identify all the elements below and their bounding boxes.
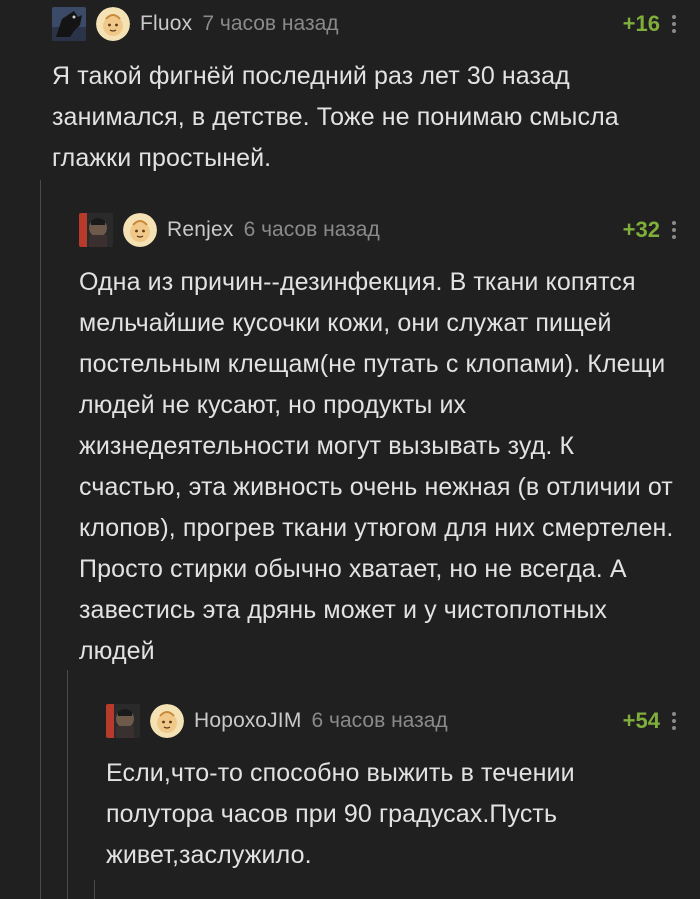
timestamp[interactable]: 7 часов назад	[202, 12, 338, 36]
badge-icon[interactable]	[150, 704, 184, 738]
rating: +32	[622, 217, 660, 242]
comment-text: Если,что-то способно выжить в течении по…	[106, 759, 575, 869]
thread-line[interactable]	[40, 180, 41, 899]
rating: +16	[622, 11, 660, 36]
more-options-icon[interactable]	[668, 219, 680, 241]
comment: Fluox 7 часов назад +16 Я такой фигнёй п…	[52, 4, 680, 179]
comment-header: Fluox 7 часов назад +16	[52, 4, 680, 44]
comment: Renjex 6 часов назад +32 Одна из причин-…	[79, 210, 680, 672]
timestamp[interactable]: 6 часов назад	[312, 709, 448, 733]
username[interactable]: Fluox	[140, 12, 192, 36]
thread-line[interactable]	[67, 670, 68, 899]
comment-header: НорохоJIM 6 часов назад +54	[106, 701, 680, 741]
rating: +54	[622, 708, 660, 733]
comment: НорохоJIM 6 часов назад +54 Если,что-то …	[106, 701, 680, 876]
username[interactable]: НорохоJIM	[194, 709, 302, 733]
more-options-icon[interactable]	[668, 710, 680, 732]
comment-text: Я такой фигнёй последний раз лет 30 наза…	[52, 62, 619, 172]
avatar[interactable]	[79, 213, 113, 247]
comment-thread: Fluox 7 часов назад +16 Я такой фигнёй п…	[0, 0, 700, 899]
badge-icon[interactable]	[123, 213, 157, 247]
badge-icon[interactable]	[96, 7, 130, 41]
comment-header: Renjex 6 часов назад +32	[79, 210, 680, 250]
comment-text: Одна из причин--дезинфекция. В ткани коп…	[79, 268, 674, 665]
timestamp[interactable]: 6 часов назад	[244, 218, 380, 242]
avatar[interactable]	[52, 7, 86, 41]
more-options-icon[interactable]	[668, 13, 680, 35]
avatar[interactable]	[106, 704, 140, 738]
thread-line[interactable]	[94, 880, 95, 899]
username[interactable]: Renjex	[167, 218, 234, 242]
